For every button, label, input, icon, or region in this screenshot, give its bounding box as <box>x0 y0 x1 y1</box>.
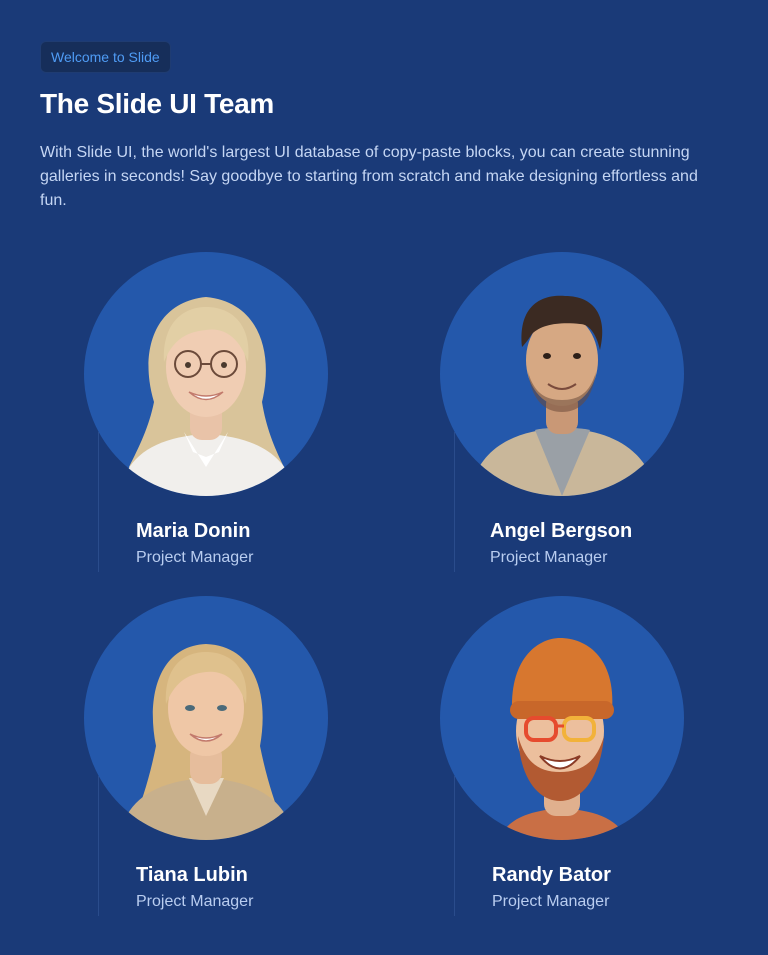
member-photo <box>440 252 684 496</box>
intro-text: With Slide UI, the world's largest UI da… <box>40 144 698 209</box>
member-role: Project Manager <box>136 549 254 566</box>
card-divider <box>454 432 455 572</box>
card-divider <box>98 432 99 572</box>
member-name: Maria Donin <box>136 520 251 542</box>
team-member-card: Tiana Lubin Project Manager <box>84 596 344 926</box>
card-divider <box>454 776 455 916</box>
member-photo <box>84 596 328 840</box>
member-photo <box>440 596 684 840</box>
member-name: Angel Bergson <box>490 520 633 542</box>
team-member-card: Randy Bator Project Manager <box>440 596 700 926</box>
team-member-card: Angel Bergson Project Manager <box>440 252 700 582</box>
member-role: Project Manager <box>492 893 610 910</box>
member-role: Project Manager <box>136 893 254 910</box>
team-member-card: Maria Donin Project Manager <box>84 252 344 582</box>
member-photo <box>84 252 328 496</box>
member-role: Project Manager <box>490 549 608 566</box>
member-name: Randy Bator <box>492 864 611 886</box>
team-section: Welcome to Slide The Slide UI Team With … <box>0 0 768 955</box>
page-title: The Slide UI Team <box>40 88 274 119</box>
card-divider <box>98 776 99 916</box>
member-name: Tiana Lubin <box>136 864 248 886</box>
welcome-badge: Welcome to Slide <box>40 41 171 73</box>
